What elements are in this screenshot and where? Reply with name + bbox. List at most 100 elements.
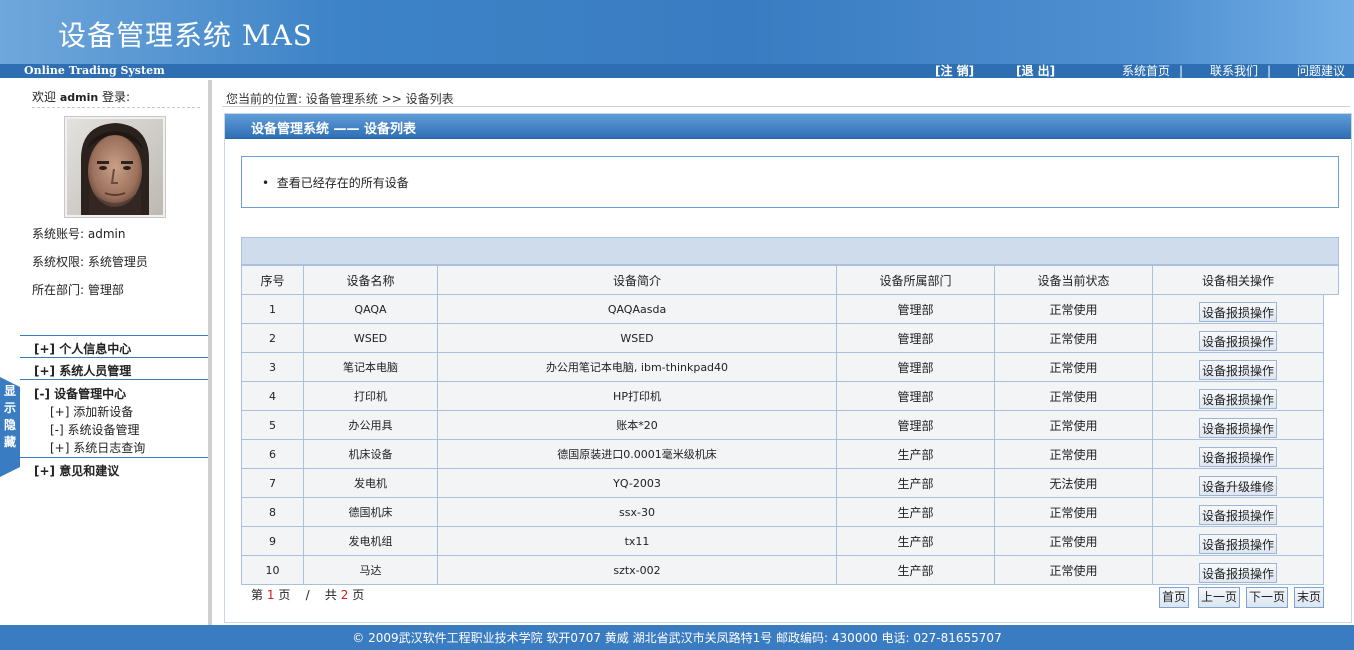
welcome-username: admin xyxy=(59,91,99,104)
cell-actions: 设备报损操作 xyxy=(1152,497,1324,527)
cell-department: 管理部 xyxy=(836,410,995,440)
device-table: 序号 设备名称 设备简介 设备所属部门 设备当前状态 设备相关操作 1 QAQA Q… xyxy=(241,265,1324,585)
col-header-actions: 设备相关操作 xyxy=(1152,265,1324,295)
first-page-button[interactable]: 首页 xyxy=(1159,587,1190,608)
nav-home-link[interactable]: 系统首页 xyxy=(1122,64,1170,78)
cell-index: 4 xyxy=(241,381,304,411)
header-banner: 设备管理系统 MAS xyxy=(0,0,1354,64)
cell-department: 生产部 xyxy=(836,497,995,527)
bullet-icon: • xyxy=(262,176,277,190)
cell-index: 2 xyxy=(241,323,304,353)
device-action-button[interactable]: 设备报损操作 xyxy=(1198,301,1277,322)
pager-info: 第 1 页 / 共 2 页 xyxy=(251,586,364,603)
pager-total-prefix: 共 xyxy=(324,588,337,602)
cell-status: 无法使用 xyxy=(994,468,1153,498)
menu-divider xyxy=(20,379,208,380)
cell-description: YQ-2003 xyxy=(437,468,837,498)
device-action-button[interactable]: 设备报损操作 xyxy=(1198,504,1277,525)
top-nav-bar: Online Trading System [注 销] [退 出] 系统首页 |… xyxy=(0,64,1354,78)
cell-description: sztx-002 xyxy=(437,555,837,585)
cell-name: 马达 xyxy=(303,555,438,585)
table-row: 7 发电机 YQ-2003 生产部 无法使用 设备升级维修 xyxy=(241,468,1324,498)
device-action-button[interactable]: 设备报损操作 xyxy=(1198,330,1277,351)
pager-total-unit: 页 xyxy=(352,588,365,602)
exit-link[interactable]: [退 出] xyxy=(1016,64,1055,78)
last-page-button[interactable]: 末页 xyxy=(1294,587,1325,608)
prev-page-button[interactable]: 上一页 xyxy=(1198,587,1241,608)
breadcrumb-divider xyxy=(222,106,1350,107)
header-filler-cell xyxy=(1323,265,1339,295)
table-row: 6 机床设备 德国原装进口0.0001毫米级机床 生产部 正常使用 设备报损操作 xyxy=(241,439,1324,469)
cell-actions: 设备报损操作 xyxy=(1152,323,1324,353)
menu-divider xyxy=(20,335,208,336)
cell-actions: 设备报损操作 xyxy=(1152,526,1324,556)
cell-description: WSED xyxy=(437,323,837,353)
device-list-panel: 设备管理系统 —— 设备列表 • 查看已经存在的所有设备 序号 设备名称 设备简… xyxy=(224,113,1352,623)
col-header-status: 设备当前状态 xyxy=(994,265,1153,295)
panel-title-bar: 设备管理系统 —— 设备列表 xyxy=(225,114,1351,139)
description-text: • 查看已经存在的所有设备 xyxy=(262,174,409,191)
device-action-button[interactable]: 设备报损操作 xyxy=(1198,359,1277,380)
device-action-button[interactable]: 设备报损操作 xyxy=(1198,446,1277,467)
device-action-button[interactable]: 设备报损操作 xyxy=(1198,533,1277,554)
nav-separator: | xyxy=(1267,64,1272,78)
table-row: 8 德国机床 ssx-30 生产部 正常使用 设备报损操作 xyxy=(241,497,1324,527)
table-caption-bar xyxy=(241,237,1339,265)
cell-name: WSED xyxy=(303,323,438,353)
cell-index: 7 xyxy=(241,468,304,498)
cell-status: 正常使用 xyxy=(994,555,1153,585)
toggle-char: 隐 xyxy=(3,418,16,432)
table-header-row: 序号 设备名称 设备简介 设备所属部门 设备当前状态 设备相关操作 xyxy=(241,265,1324,295)
cell-index: 3 xyxy=(241,352,304,382)
welcome-suffix: 登录: xyxy=(102,90,131,104)
device-action-button[interactable]: 设备报损操作 xyxy=(1198,388,1277,409)
cell-index: 5 xyxy=(241,410,304,440)
cell-description: 账本*20 xyxy=(437,410,837,440)
device-action-button[interactable]: 设备升级维修 xyxy=(1198,475,1277,496)
pager-divider: / xyxy=(305,588,310,602)
cell-index: 6 xyxy=(241,439,304,469)
menu-add-device[interactable]: [+] 添加新设备 xyxy=(50,403,133,420)
cell-actions: 设备报损操作 xyxy=(1152,381,1324,411)
footer-text: © 2009武汉软件工程职业技术学院 软开0707 黄威 湖北省武汉市关凤路特1… xyxy=(352,631,1002,645)
toggle-char: 示 xyxy=(3,401,16,415)
menu-log-query[interactable]: [+] 系统日志查询 xyxy=(50,439,145,456)
cell-name: 发电机 xyxy=(303,468,438,498)
description-label: 查看已经存在的所有设备 xyxy=(276,176,409,190)
nav-separator: | xyxy=(1179,64,1184,78)
cell-index: 10 xyxy=(241,555,304,585)
cell-actions: 设备报损操作 xyxy=(1152,352,1324,382)
cell-department: 管理部 xyxy=(836,381,995,411)
nav-contact-link[interactable]: 联系我们 xyxy=(1210,64,1258,78)
menu-device-management[interactable]: [-] 系统设备管理 xyxy=(50,421,140,438)
cell-description: QAQAasda xyxy=(437,294,837,324)
brand-subtitle: Online Trading System xyxy=(24,64,165,77)
cell-name: 发电机组 xyxy=(303,526,438,556)
nav-feedback-link[interactable]: 问题建议 xyxy=(1297,64,1345,78)
app-root: 设备管理系统 MAS Online Trading System [注 销] [… xyxy=(0,0,1354,650)
next-page-button[interactable]: 下一页 xyxy=(1246,587,1289,608)
cell-index: 8 xyxy=(241,497,304,527)
cell-name: 笔记本电脑 xyxy=(303,352,438,382)
menu-divider xyxy=(20,457,208,458)
app-title: 设备管理系统 MAS xyxy=(58,19,313,52)
cell-status: 正常使用 xyxy=(994,323,1153,353)
logout-link[interactable]: [注 销] xyxy=(935,64,974,78)
sidebar-toggle-tab[interactable]: 显 示 隐 藏 xyxy=(0,377,20,477)
breadcrumb: 您当前的位置: 设备管理系统 >> 设备列表 xyxy=(226,92,454,106)
cell-name: 打印机 xyxy=(303,381,438,411)
menu-device-center[interactable]: [-] 设备管理中心 xyxy=(34,385,126,402)
menu-feedback[interactable]: [+] 意见和建议 xyxy=(34,462,119,479)
col-header-description: 设备简介 xyxy=(437,265,837,295)
sidebar-divider xyxy=(208,80,212,625)
cell-actions: 设备报损操作 xyxy=(1152,439,1324,469)
menu-staff-management[interactable]: [+] 系统人员管理 xyxy=(34,362,131,379)
menu-divider xyxy=(20,357,208,358)
cell-status: 正常使用 xyxy=(994,410,1153,440)
menu-personal-info[interactable]: [+] 个人信息中心 xyxy=(34,340,131,357)
device-action-button[interactable]: 设备报损操作 xyxy=(1198,562,1277,583)
welcome-text: 欢迎 admin 登录: xyxy=(32,88,130,105)
cell-status: 正常使用 xyxy=(994,497,1153,527)
cell-actions: 设备升级维修 xyxy=(1152,468,1324,498)
device-action-button[interactable]: 设备报损操作 xyxy=(1198,417,1277,438)
